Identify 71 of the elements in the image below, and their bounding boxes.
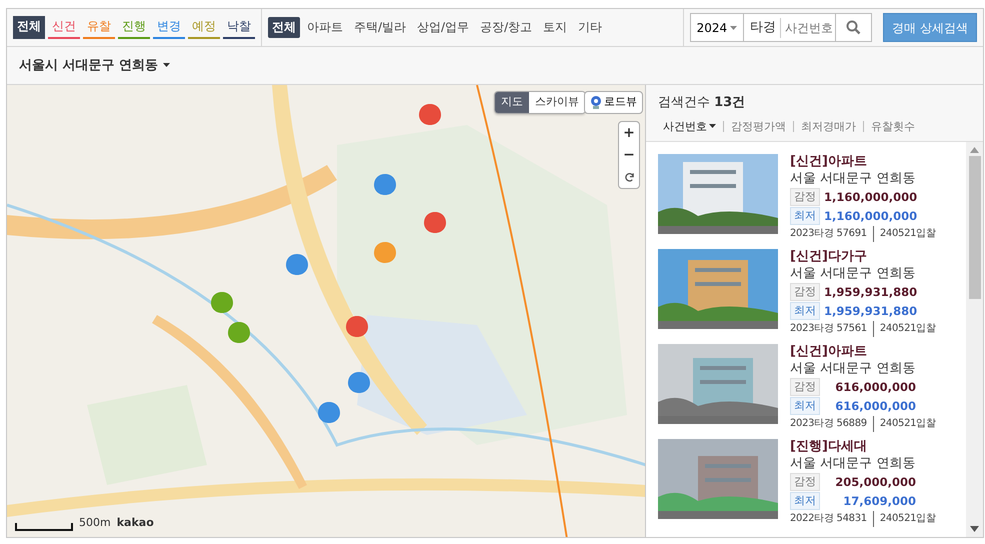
price-value: 616,000,000 [834, 379, 916, 395]
camera-icon [590, 95, 602, 110]
status-filter-tab[interactable]: 낙찰 [223, 16, 255, 39]
scroll-down-icon[interactable] [970, 526, 979, 532]
case-number: 2023타경 57561 [790, 322, 867, 336]
type-filter-tab[interactable]: 전체 [268, 17, 300, 38]
search-button[interactable] [836, 13, 872, 42]
price-tag: 감정 [790, 283, 820, 301]
listing-address: 서울 서대문구 연희동 [790, 456, 916, 472]
case-number: 2022타경 54831 [790, 512, 867, 526]
map-view-tab[interactable]: 지도 [495, 92, 529, 112]
case-number: 2023타경 56889 [790, 417, 867, 431]
scrollbar-thumb[interactable] [968, 156, 980, 299]
status-filter-tab[interactable]: 신건 [48, 16, 80, 39]
map-view-tab[interactable]: 스카이뷰 [529, 92, 585, 112]
status-filter-tab[interactable]: 전체 [13, 16, 45, 39]
listing-title-link[interactable]: [신건]다가구 [790, 249, 936, 265]
sort-option[interactable]: 최저경매가 [796, 118, 861, 135]
sort-option[interactable]: 감정평가액 [726, 118, 791, 135]
type-filter-tab[interactable]: 토지 [539, 17, 572, 38]
price-value: 205,000,000 [834, 474, 916, 490]
zoom-out-button[interactable]: − [619, 144, 639, 166]
listing-address: 서울 서대문구 연희동 [790, 171, 916, 187]
price-value: 17,609,000 [842, 493, 916, 509]
price-value: 616,000,000 [834, 398, 916, 414]
listing-address: 서울 서대문구 연희동 [790, 361, 916, 377]
price-tag: 최저 [790, 492, 820, 510]
scale-label: 500m [79, 514, 111, 530]
price-value: 1,160,000,000 [824, 189, 918, 205]
type-filter-tab[interactable]: 공장/창고 [476, 17, 536, 38]
map-attribution: kakao [116, 514, 154, 530]
price-tag: 최저 [790, 207, 820, 225]
price-value: 1,959,931,880 [824, 284, 918, 300]
bid-date: 240521입찰 [872, 416, 936, 432]
price-tag: 최저 [790, 302, 820, 320]
scale-bar [15, 523, 73, 531]
roadview-button[interactable]: 로드뷰 [584, 91, 643, 114]
search-icon [846, 20, 862, 35]
listing-address: 서울 서대문구 연희동 [790, 266, 916, 282]
refresh-icon [624, 172, 634, 183]
type-filter-tab[interactable]: 기타 [574, 17, 606, 38]
zoom-in-button[interactable]: + [619, 122, 639, 144]
caret-icon [709, 124, 716, 128]
sort-option[interactable]: 유찰횟수 [866, 118, 920, 135]
bid-date: 240521입찰 [872, 226, 936, 242]
bid-date: 240521입찰 [872, 321, 936, 337]
price-value: 1,959,931,880 [824, 303, 918, 319]
bid-date: 240521입찰 [872, 511, 936, 527]
listing-title-link[interactable]: [진행]다세대 [790, 439, 936, 455]
result-count-label: 검색건수 [658, 95, 710, 110]
scroll-up-icon[interactable] [970, 147, 979, 153]
sort-option[interactable]: 사건번호 [658, 118, 721, 135]
case-number: 2023타경 57691 [790, 227, 867, 241]
listing-title-link[interactable]: [신건]아파트 [790, 154, 936, 170]
price-tag: 감정 [790, 188, 820, 206]
result-count: 13건 [714, 95, 746, 110]
listing-title-link[interactable]: [신건]아파트 [790, 344, 936, 360]
type-filter-tab[interactable]: 주택/빌라 [350, 17, 410, 38]
type-filter-tab[interactable]: 상업/업무 [413, 17, 474, 38]
type-filter-tab[interactable]: 아파트 [303, 17, 347, 38]
price-tag: 감정 [790, 378, 820, 396]
caret-icon [730, 26, 738, 30]
caret-icon [162, 63, 170, 68]
price-tag: 감정 [790, 473, 820, 491]
scrollbar[interactable] [966, 142, 983, 537]
year-dropdown[interactable]: 2024 [690, 13, 744, 42]
case-number-field[interactable]: 타경 사건번호 [744, 13, 836, 42]
price-value: 1,160,000,000 [824, 208, 918, 224]
price-tag: 최저 [790, 397, 820, 415]
region-dropdown[interactable]: 서울시 서대문구 연희동 [13, 56, 176, 76]
status-filter-tab[interactable]: 변경 [153, 16, 185, 39]
